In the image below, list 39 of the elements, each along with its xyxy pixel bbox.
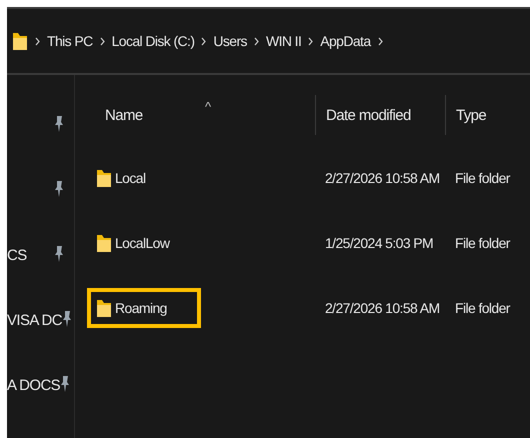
- breadcrumb-item[interactable]: Users: [213, 33, 247, 49]
- pin-icon[interactable]: [54, 244, 64, 262]
- file-name: Roaming: [115, 300, 167, 316]
- table-cell-text: 1/25/2024 5:03 PM: [324, 234, 434, 250]
- pin-icon[interactable]: [54, 180, 64, 198]
- breadcrumb-item[interactable]: WIN II: [266, 33, 302, 49]
- file-name: Local: [115, 170, 146, 186]
- file-name: LocalLow: [115, 234, 170, 250]
- column-header[interactable]: Type: [456, 106, 486, 124]
- table-cell-text: File folder: [454, 170, 512, 186]
- file-name[interactable]: LocalLow: [87, 222, 204, 262]
- table-cell-text: File folder: [454, 300, 512, 316]
- column-header[interactable]: Date modified: [326, 106, 411, 124]
- sidebar-item[interactable]: CS: [7, 247, 27, 264]
- highlight-frame[interactable]: Roaming: [87, 288, 201, 328]
- table-cell-text: 2/27/2026 10:58 AM: [324, 300, 441, 316]
- breadcrumb-item[interactable]: Local Disk (C:): [112, 33, 194, 49]
- breadcrumb-item[interactable]: This PC: [47, 33, 93, 49]
- table-cell-text: 2/27/2026 10:58 AM: [324, 170, 441, 186]
- file-name[interactable]: Local: [87, 158, 180, 198]
- folder-icon: [96, 298, 112, 318]
- sidebar-item[interactable]: A DOCS: [7, 377, 60, 394]
- breadcrumb-item[interactable]: AppData: [320, 33, 371, 49]
- sidebar-item[interactable]: VISA DC: [7, 312, 62, 329]
- folder-icon: [12, 31, 28, 51]
- chevron-icon: [378, 36, 383, 46]
- column-header[interactable]: Name: [105, 106, 143, 124]
- pin-icon[interactable]: [62, 310, 72, 328]
- pin-icon[interactable]: [60, 374, 70, 392]
- chevron-icon: [201, 36, 206, 46]
- chevron-icon: [254, 36, 259, 46]
- chevron-icon: [308, 36, 314, 46]
- pin-icon[interactable]: [54, 114, 64, 132]
- table-cell-text: File folder: [454, 234, 512, 250]
- chevron-icon: [35, 36, 40, 46]
- sort-indicator: ^: [205, 99, 211, 114]
- folder-icon: [96, 168, 112, 188]
- chevron-icon: [100, 36, 105, 46]
- folder-icon: [96, 232, 112, 252]
